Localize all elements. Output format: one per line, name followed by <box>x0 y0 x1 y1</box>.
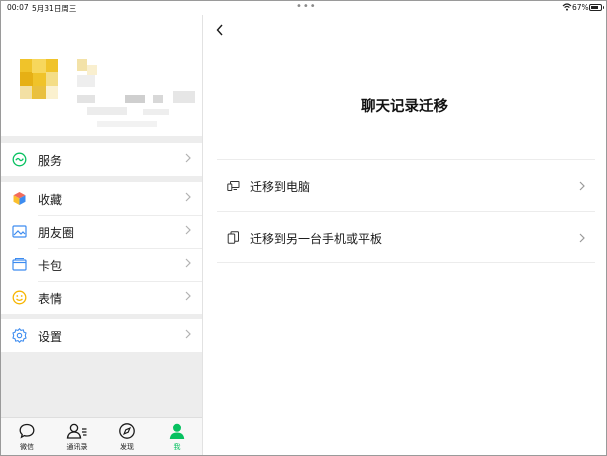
menu-item-stickers[interactable]: 表情 <box>1 281 202 314</box>
service-icon <box>12 152 27 167</box>
card-wallet-icon <box>12 258 27 271</box>
menu-label: 服务 <box>38 154 63 168</box>
tab-bar: 微信 通讯录 发现 我 <box>1 417 202 455</box>
tab-label: 发现 <box>120 443 134 451</box>
tab-label: 我 <box>173 443 181 451</box>
main-panel: 聊天记录迁移 迁移到电脑 迁移到另一台手机或平板 <box>203 15 606 455</box>
menu-item-favorites[interactable]: 收藏 <box>1 182 202 215</box>
tab-label: 微信 <box>20 443 34 451</box>
chat-bubble-icon <box>19 423 35 439</box>
menu-item-service[interactable]: 服务 <box>1 143 202 176</box>
option-label: 迁移到电脑 <box>250 180 311 194</box>
menu-label: 设置 <box>38 330 63 344</box>
chevron-right-icon <box>185 225 191 235</box>
chevron-right-icon <box>579 233 585 243</box>
menu-item-card-wallet[interactable]: 卡包 <box>1 248 202 281</box>
status-time: 00:07 <box>7 3 29 12</box>
chevron-right-icon <box>185 329 191 339</box>
tab-me[interactable]: 我 <box>159 422 195 455</box>
chevron-right-icon <box>185 153 191 163</box>
settings-icon <box>12 328 27 343</box>
tab-label: 通讯录 <box>66 443 88 451</box>
menu-label: 表情 <box>38 292 63 306</box>
profile-name-blurred <box>77 59 99 89</box>
app-window: 00:07 5月31日周三 ••• 67% 服务 收藏 朋友圈 卡包 表情 设置… <box>0 0 607 456</box>
contacts-icon <box>66 423 87 439</box>
sidebar: 服务 收藏 朋友圈 卡包 表情 设置 微信 通讯录 发现 我 <box>1 15 202 455</box>
menu-label: 朋友圈 <box>38 226 75 240</box>
menu-label: 卡包 <box>38 259 63 273</box>
chevron-right-icon <box>579 181 585 191</box>
menu-group-main: 收藏 朋友圈 卡包 表情 <box>1 182 202 314</box>
chevron-right-icon <box>185 192 191 202</box>
migration-options-list: 迁移到电脑 迁移到另一台手机或平板 <box>217 159 595 263</box>
battery-icon <box>589 4 604 11</box>
copy-devices-icon <box>227 231 239 244</box>
avatar[interactable] <box>20 59 58 99</box>
wifi-icon <box>562 3 572 11</box>
status-date: 5月31日周三 <box>32 4 77 13</box>
chevron-right-icon <box>185 291 191 301</box>
status-bar: 00:07 5月31日周三 ••• 67% <box>1 1 606 15</box>
chevron-right-icon <box>185 258 191 268</box>
computer-icon <box>227 181 240 191</box>
battery-percent: 67% <box>572 3 589 12</box>
menu-label: 收藏 <box>38 193 63 207</box>
menu-group-service: 服务 <box>1 143 202 176</box>
menu-item-moments[interactable]: 朋友圈 <box>1 215 202 248</box>
tab-discover[interactable]: 发现 <box>109 422 145 455</box>
sticker-icon <box>12 290 27 305</box>
favorites-icon <box>13 192 26 205</box>
option-label: 迁移到另一台手机或平板 <box>250 232 383 246</box>
profile-id-blurred <box>77 89 199 133</box>
moments-icon <box>12 225 27 238</box>
menu-item-settings[interactable]: 设置 <box>1 319 202 352</box>
tab-contacts[interactable]: 通讯录 <box>59 422 95 455</box>
option-migrate-to-computer[interactable]: 迁移到电脑 <box>217 159 595 211</box>
profile-card[interactable] <box>1 15 202 136</box>
compass-icon <box>119 423 135 439</box>
option-migrate-to-device[interactable]: 迁移到另一台手机或平板 <box>217 211 595 263</box>
person-icon <box>169 423 185 439</box>
menu-group-settings: 设置 <box>1 319 202 352</box>
back-arrow-icon[interactable] <box>215 23 225 37</box>
multitask-dots-icon[interactable]: ••• <box>296 1 317 12</box>
tab-chats[interactable]: 微信 <box>9 422 45 455</box>
page-title: 聊天记录迁移 <box>361 99 448 115</box>
